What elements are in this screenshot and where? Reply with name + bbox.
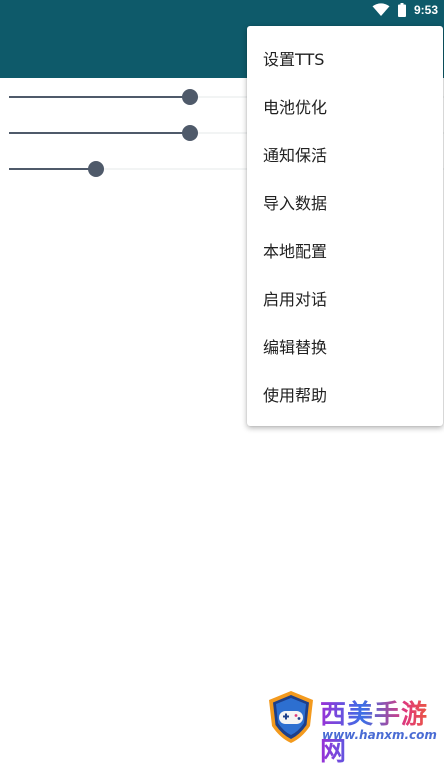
- slider-thumb[interactable]: [87, 161, 104, 177]
- menu-item-tts-settings[interactable]: 设置TTS: [247, 34, 443, 82]
- slider-track: [9, 132, 191, 134]
- slider-thumb[interactable]: [182, 125, 199, 141]
- menu-item-help[interactable]: 使用帮助: [247, 370, 443, 418]
- menu-item-enable-dialog[interactable]: 启用对话: [247, 274, 443, 322]
- watermark: 西美手游网 www.hanxm.com: [266, 690, 442, 767]
- menu-item-local-config[interactable]: 本地配置: [247, 226, 443, 274]
- menu-item-battery-optimization[interactable]: 电池优化: [247, 82, 443, 130]
- slider-thumb[interactable]: [182, 89, 199, 105]
- gamepad-shield-logo-icon: [269, 691, 313, 743]
- slider-track: [9, 96, 191, 98]
- watermark-url: www.hanxm.com: [322, 728, 437, 742]
- overflow-menu: 设置TTS 电池优化 通知保活 导入数据 本地配置 启用对话 编辑替换 使用帮助: [247, 26, 443, 426]
- menu-item-notification-keepalive[interactable]: 通知保活: [247, 130, 443, 178]
- status-bar: 9:53: [0, 0, 444, 22]
- status-icons: 9:53: [372, 3, 438, 17]
- slider-track: [9, 168, 96, 170]
- battery-icon: [397, 3, 406, 17]
- menu-item-edit-replace[interactable]: 编辑替换: [247, 322, 443, 370]
- menu-item-import-data[interactable]: 导入数据: [247, 178, 443, 226]
- status-time: 9:53: [413, 3, 438, 17]
- wifi-icon: [372, 3, 390, 16]
